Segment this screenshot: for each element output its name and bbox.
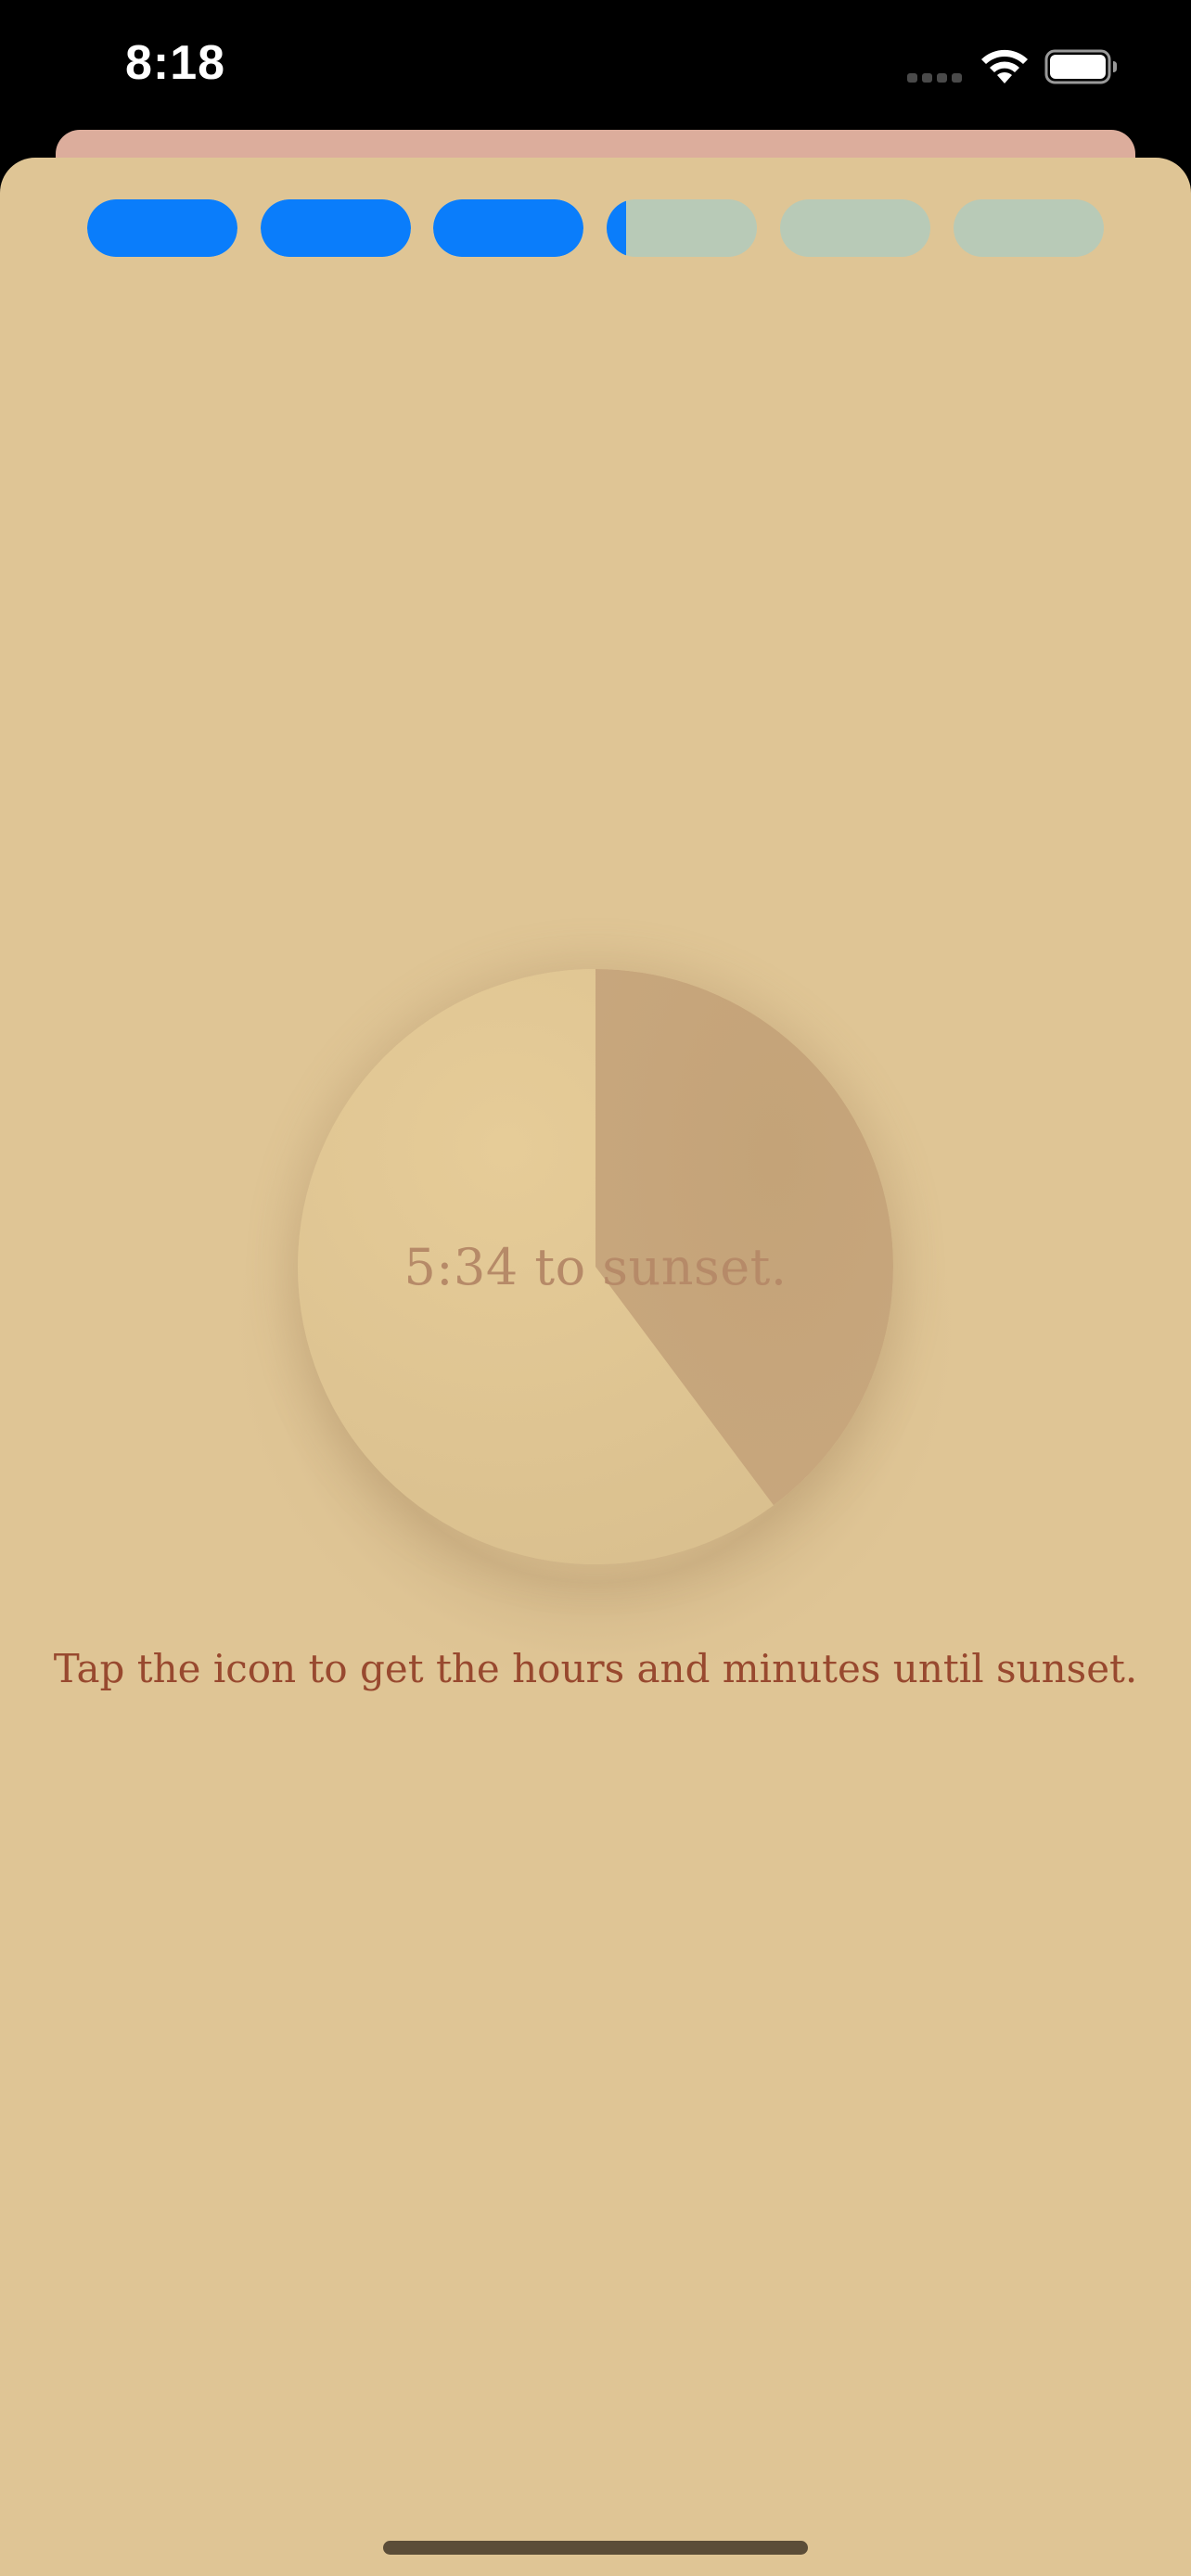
- cellular-signal-icon: [907, 73, 963, 83]
- sunset-clock-icon[interactable]: 5:34 to sunset.: [298, 969, 893, 1564]
- battery-icon: [1044, 49, 1117, 84]
- progress-segment-3[interactable]: [433, 199, 583, 257]
- app-screen: 8:18 5:34 to sunset. Tap the icon to get…: [0, 0, 1191, 2576]
- time-to-sunset-label: 5:34 to sunset.: [403, 1238, 788, 1296]
- status-bar: 8:18: [0, 0, 1191, 139]
- instruction-caption: Tap the icon to get the hours and minute…: [53, 1646, 1138, 1691]
- progress-segment-6[interactable]: [954, 199, 1104, 257]
- status-time: 8:18: [125, 36, 226, 90]
- home-indicator[interactable]: [383, 2541, 808, 2555]
- wifi-icon: [981, 49, 1028, 83]
- progress-segment-2[interactable]: [261, 199, 411, 257]
- progress-segment-1[interactable]: [87, 199, 237, 257]
- progress-segment-4[interactable]: [607, 199, 757, 257]
- progress-segment-5[interactable]: [780, 199, 930, 257]
- onboarding-progress: [87, 199, 1104, 257]
